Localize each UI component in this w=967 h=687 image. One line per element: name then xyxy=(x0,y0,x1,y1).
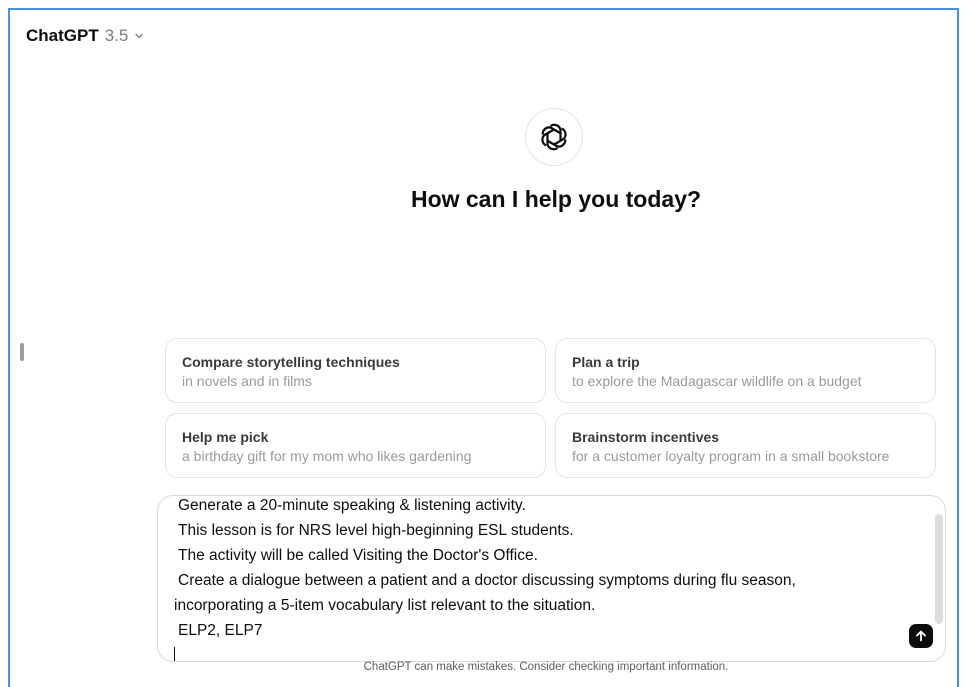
suggestion-subtitle: a birthday gift for my mom who likes gar… xyxy=(182,448,472,464)
composer-scrollbar[interactable] xyxy=(935,514,943,624)
suggestion-card-help-pick[interactable]: Help me pick a birthday gift for my mom … xyxy=(165,413,546,478)
send-button[interactable] xyxy=(909,624,933,648)
suggestion-subtitle: to explore the Madagascar wildlife on a … xyxy=(572,373,862,389)
text-caret xyxy=(174,647,175,661)
model-version: 3.5 xyxy=(104,26,129,45)
suggestion-card-compare-storytelling[interactable]: Compare storytelling techniques in novel… xyxy=(165,338,546,403)
arrow-up-icon xyxy=(916,630,926,642)
suggestion-title: Help me pick xyxy=(182,429,269,445)
message-line: This lesson is for NRS level high-beginn… xyxy=(178,522,574,539)
sidebar-drag-handle[interactable] xyxy=(20,343,24,361)
suggestion-card-plan-trip[interactable]: Plan a trip to explore the Madagascar wi… xyxy=(555,338,936,403)
message-line: incorporating a 5-item vocabulary list r… xyxy=(174,597,596,614)
app-name: ChatGPT xyxy=(26,26,99,45)
message-line: Create a dialogue between a patient and … xyxy=(178,572,796,589)
app-window: ChatGPT 3.5 How can I help you today? Co… xyxy=(8,8,959,687)
suggestion-title: Brainstorm incentives xyxy=(572,429,720,445)
message-line: Generate a 20-minute speaking & listenin… xyxy=(178,497,526,514)
suggestion-card-brainstorm-incentives[interactable]: Brainstorm incentives for a customer loy… xyxy=(555,413,936,478)
openai-logo-icon xyxy=(525,108,583,166)
message-input[interactable]: Generate a 20-minute speaking & listenin… xyxy=(157,495,946,662)
page-title: How can I help you today? xyxy=(410,186,702,212)
suggestion-subtitle: in novels and in films xyxy=(182,373,312,389)
chevron-down-icon xyxy=(135,33,144,39)
message-line: ELP2, ELP7 xyxy=(178,622,263,639)
suggestion-title: Plan a trip xyxy=(572,354,640,370)
disclaimer-text: ChatGPT can make mistakes. Consider chec… xyxy=(363,661,729,673)
suggestion-title: Compare storytelling techniques xyxy=(182,354,400,370)
suggestion-subtitle: for a customer loyalty program in a smal… xyxy=(572,448,890,464)
message-line: The activity will be called Visiting the… xyxy=(178,547,538,564)
model-selector[interactable]: ChatGPT 3.5 xyxy=(26,26,144,46)
message-input-text[interactable]: Generate a 20-minute speaking & listenin… xyxy=(174,496,905,661)
